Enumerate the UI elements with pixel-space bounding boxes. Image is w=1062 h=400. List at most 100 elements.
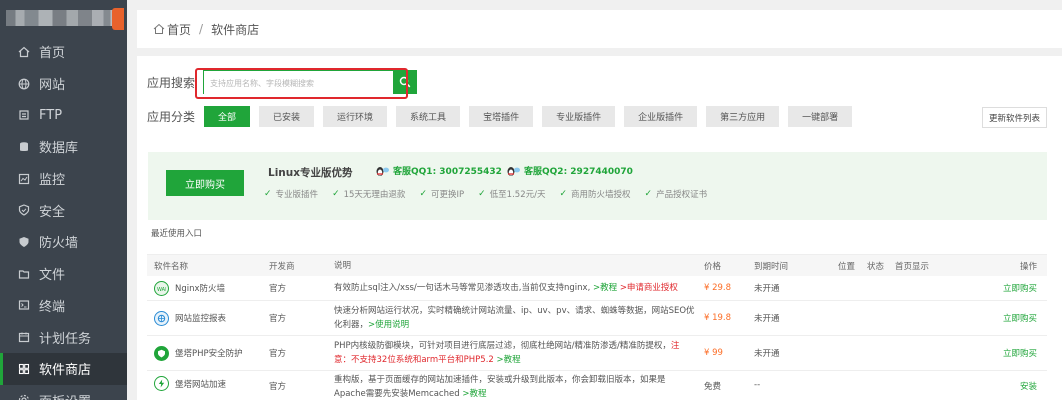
tutorial-link[interactable]: >教程 <box>462 389 486 399</box>
settings-icon <box>18 394 30 400</box>
plugin-desc: 有效防止sql注入/xss/一句话木马等常见渗透攻击,当前仅支持nginx, >… <box>334 281 696 295</box>
sidebar-item-website[interactable]: 网站 <box>0 68 127 100</box>
sidebar-item-files[interactable]: 文件 <box>0 258 127 290</box>
plugin-dev: 官方 <box>269 284 287 294</box>
plugin-desc: 快速分析网站运行状况，实时精确统计网站流量、ip、uv、pv、请求、蜘蛛等数据，… <box>334 304 696 332</box>
category-row: 应用分类 全部 已安装 运行环境 系统工具 宝塔插件 专业版插件 企业版插件 第… <box>147 106 861 127</box>
table-header: 软件名称 开发商 说明 价格 到期时间 位置 状态 首页显示 操作 <box>147 254 1047 276</box>
plugin-price: ¥ 29.8 <box>704 283 732 293</box>
col-pos: 位置 <box>838 261 856 272</box>
sidebar-item-label: 网站 <box>39 78 66 94</box>
category-system-tools[interactable]: 系统工具 <box>396 106 461 127</box>
plugin-name[interactable]: 网站监控报表 <box>175 312 226 324</box>
logo-image <box>6 10 122 26</box>
home-icon <box>153 23 165 34</box>
check-icon: ✓ <box>332 189 340 199</box>
sidebar-item-label: 面板设置 <box>39 391 91 400</box>
firewall-icon <box>18 236 30 248</box>
sidebar-item-security[interactable]: 安全 <box>0 194 127 226</box>
category-bt-plugins[interactable]: 宝塔插件 <box>469 106 534 127</box>
col-price: 价格 <box>704 261 722 272</box>
buy-now-button[interactable]: 立即购买 <box>166 170 244 196</box>
sidebar-item-store[interactable]: 软件商店 <box>0 352 127 385</box>
col-dev: 开发商 <box>269 261 295 272</box>
check-icon: ✓ <box>264 189 272 199</box>
recent-entries-label: 最近使用入口 <box>151 229 203 239</box>
feature-label: 15天无理由退款 <box>343 190 406 200</box>
usage-link[interactable]: >使用说明 <box>368 320 409 330</box>
feature-item: ✓ 专业版插件 <box>264 188 318 200</box>
plugin-name[interactable]: Nginx防火墙 <box>175 282 225 294</box>
monitor-icon <box>18 173 30 185</box>
sidebar-item-label: 计划任务 <box>39 331 92 347</box>
plugin-name-cell: 网站监控报表 <box>154 310 226 326</box>
qq-support-1[interactable]: 客服QQ1: 3007255432 <box>374 164 502 177</box>
sidebar-item-terminal[interactable]: 终端 <box>0 290 127 322</box>
sidebar-item-label: 首页 <box>39 46 66 62</box>
terminal-icon <box>18 299 30 311</box>
sidebar-item-firewall[interactable]: 防火墙 <box>0 226 127 258</box>
category-all[interactable]: 全部 <box>204 106 251 127</box>
plugin-dev: 官方 <box>269 314 287 324</box>
feature-item: ✓ 可更换IP <box>419 188 464 200</box>
buy-plugin-button[interactable]: 立即购买 <box>1003 312 1037 324</box>
sidebar-item-label: 终端 <box>39 299 66 315</box>
ftp-icon <box>18 109 30 121</box>
plugin-price: ¥ 19.8 <box>704 313 732 323</box>
calendar-icon <box>18 331 30 343</box>
category-pro-plugins[interactable]: 专业版插件 <box>542 106 616 127</box>
table-row: 网站监控报表 官方 快速分析网站运行状况，实时精确统计网站流量、ip、uv、pv… <box>147 301 1047 336</box>
plugin-desc: 重构版，基于页面缓存的网站加速插件，安装或升级到此版本，你会卸载旧版本，如果是A… <box>334 373 696 400</box>
feature-label: 专业版插件 <box>275 190 319 200</box>
update-list-button[interactable]: 更新软件列表 <box>981 107 1047 128</box>
tutorial-link[interactable]: >教程 <box>593 283 617 293</box>
sidebar-item-ftp[interactable]: FTP <box>0 99 127 131</box>
plugin-expire: -- <box>754 380 761 390</box>
category-enterprise-plugins[interactable]: 企业版插件 <box>624 106 698 127</box>
plugin-desc: PHP内核级防御模块，可针对项目进行底层过滤，彻底杜绝网站/精准防渗透/精准防提… <box>334 339 696 367</box>
sidebar-item-label: FTP <box>39 107 63 123</box>
sidebar-item-label: 安全 <box>39 204 66 220</box>
plugin-name[interactable]: 堡塔网站加速 <box>175 378 226 390</box>
category-runtime[interactable]: 运行环境 <box>323 106 388 127</box>
pro-promo-banner: 立即购买 Linux专业版优势 客服QQ1: 3007255432 客服QQ2:… <box>148 152 1047 220</box>
tutorial-link[interactable]: >教程 <box>497 355 521 365</box>
database-icon <box>18 141 30 153</box>
sidebar-item-settings[interactable]: 面板设置 <box>0 385 127 400</box>
buy-plugin-button[interactable]: 立即购买 <box>1003 347 1037 359</box>
qq-penguin-icon <box>376 166 389 176</box>
lightning-icon <box>154 376 169 391</box>
feature-item: ✓ 产品授权证书 <box>645 188 708 200</box>
category-label: 应用分类 <box>147 110 196 124</box>
feature-item: ✓ 15天无理由退款 <box>332 188 405 200</box>
category-third-party[interactable]: 第三方应用 <box>706 106 780 127</box>
qq-support-2-text: 客服QQ2: 2927440070 <box>524 167 633 177</box>
sidebar-item-label: 数据库 <box>39 141 79 157</box>
breadcrumb: 首页 / 软件商店 <box>137 10 1062 48</box>
sidebar-item-cron[interactable]: 计划任务 <box>0 321 127 353</box>
category-installed[interactable]: 已安装 <box>259 106 315 127</box>
col-home: 首页显示 <box>895 261 930 272</box>
plugin-name[interactable]: 堡塔PHP安全防护 <box>175 347 243 359</box>
breadcrumb-home[interactable]: 首页 <box>167 21 191 38</box>
home-icon <box>18 46 30 58</box>
category-one-click-deploy[interactable]: 一键部署 <box>788 106 853 127</box>
search-label: 应用搜索 <box>147 75 196 90</box>
breadcrumb-separator: / <box>199 22 204 36</box>
feature-label: 低至1.52元/天 <box>489 190 546 200</box>
sidebar-item-monitor[interactable]: 监控 <box>0 163 127 195</box>
sidebar-item-home[interactable]: 首页 <box>0 36 127 68</box>
plugin-expire: 未开通 <box>754 284 780 294</box>
table-row: 堡塔网站加速 官方 重构版，基于页面缓存的网站加速插件，安装或升级到此版本，你会… <box>147 371 1047 400</box>
globe-icon <box>18 78 30 90</box>
qq-support-2[interactable]: 客服QQ2: 2927440070 <box>505 164 633 177</box>
logo-accent <box>112 8 124 30</box>
install-plugin-button[interactable]: 安装 <box>1020 380 1037 392</box>
sidebar-item-database[interactable]: 数据库 <box>0 131 127 163</box>
svg-text:WAF: WAF <box>157 287 166 292</box>
desc-text: 重构版，基于页面缓存的网站加速插件，安装或升级到此版本，你会卸载旧版本，如果是A… <box>334 375 666 399</box>
buy-plugin-button[interactable]: 立即购买 <box>1003 282 1037 294</box>
store-content: 应用搜索 应用分类 全部 已安装 运行环境 系统工具 宝塔插件 专业版插件 企业… <box>137 56 1062 400</box>
license-link[interactable]: >申请商业授权 <box>620 283 678 293</box>
highlight-frame <box>195 68 408 99</box>
